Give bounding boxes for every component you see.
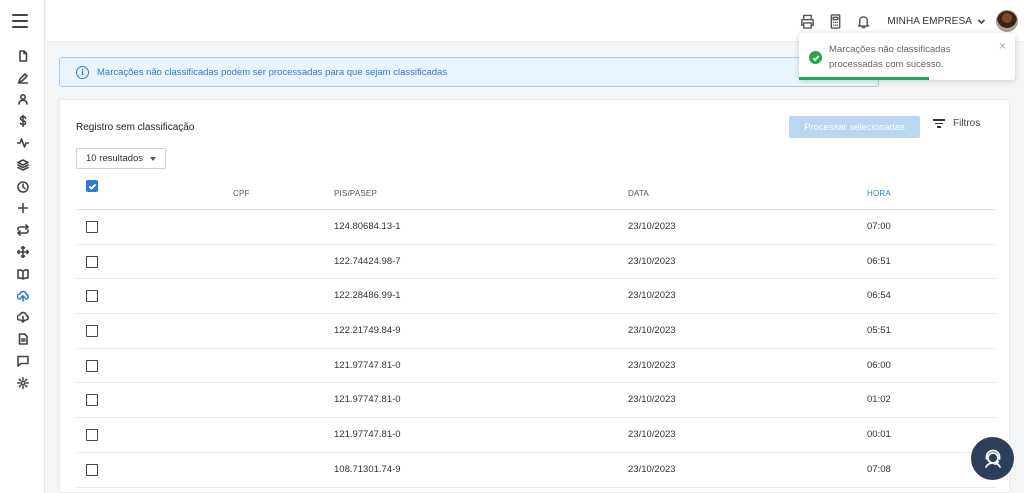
cell-hora: 00:01	[867, 429, 891, 441]
cell-pis: 108.71301.74-9	[334, 463, 401, 475]
row-checkbox[interactable]	[86, 394, 98, 407]
chevron-down-icon	[977, 18, 986, 24]
toast-progress-bar	[799, 77, 929, 80]
menu-icon[interactable]	[12, 14, 28, 28]
table-row: 108.71301.74-9 23/10/2023 07:08	[76, 453, 996, 488]
plus-icon[interactable]	[0, 198, 45, 220]
book-icon[interactable]	[0, 263, 45, 285]
success-toast: Marcações não classificadas processadas …	[799, 33, 1015, 80]
document-icon[interactable]	[0, 328, 45, 350]
table-header: CPF PIS/PASEP DATA HORA	[76, 178, 996, 210]
cell-hora: 07:08	[867, 463, 891, 475]
table-row: 122.28486.99-1 23/10/2023 06:54	[76, 279, 996, 315]
cell-data: 23/10/2023	[628, 290, 676, 302]
activity-icon[interactable]	[0, 132, 45, 154]
calculator-icon[interactable]	[821, 8, 849, 34]
row-checkbox[interactable]	[86, 290, 98, 303]
sidebar	[0, 0, 45, 493]
column-header-data[interactable]: DATA	[628, 189, 649, 198]
filter-icon	[933, 119, 945, 128]
chat-icon[interactable]	[0, 350, 45, 372]
file-icon[interactable]	[0, 45, 45, 67]
cell-data: 23/10/2023	[628, 221, 676, 232]
cell-hora: 06:00	[867, 359, 891, 371]
info-banner-text: Marcações não classificadas podem ser pr…	[97, 66, 448, 78]
bell-icon[interactable]	[849, 8, 877, 34]
check-icon	[88, 183, 96, 190]
info-icon: i	[76, 65, 89, 79]
table-row: 121.97747.81-0 23/10/2023 01:02	[76, 383, 996, 419]
column-header-pis[interactable]: PIS/PASEP	[334, 189, 377, 198]
cell-data: 23/10/2023	[628, 429, 676, 441]
cell-pis: 121.97747.81-0	[334, 359, 401, 371]
move-icon[interactable]	[0, 241, 45, 263]
cell-pis: 122.74424.98-7	[334, 255, 401, 267]
cell-pis: 122.21749.84-9	[334, 325, 401, 337]
row-checkbox[interactable]	[86, 359, 98, 372]
upload-cloud-icon[interactable]	[0, 285, 45, 307]
row-checkbox[interactable]	[86, 429, 98, 442]
cell-pis: 124.80684.13-1	[334, 221, 401, 232]
caret-down-icon	[150, 156, 157, 161]
cell-data: 23/10/2023	[628, 463, 676, 475]
select-all-checkbox[interactable]	[86, 180, 98, 192]
process-selected-button[interactable]: Processar selecionadas	[789, 116, 920, 138]
printer-icon[interactable]	[793, 8, 821, 34]
company-name: MINHA EMPRESA	[887, 15, 972, 27]
clock-icon[interactable]	[0, 176, 45, 198]
toast-message: Marcações não classificadas processadas …	[829, 44, 951, 70]
cell-hora: 06:51	[867, 255, 891, 267]
cell-data: 23/10/2023	[628, 255, 676, 267]
layers-icon[interactable]	[0, 154, 45, 176]
help-support-button[interactable]	[971, 437, 1014, 480]
info-banner: i Marcações não classificadas podem ser …	[59, 57, 879, 87]
cell-hora: 06:54	[867, 290, 891, 302]
settings-icon[interactable]	[0, 372, 45, 394]
records-card: Registro sem classificação Processar sel…	[59, 99, 1010, 493]
results-select-value: 10 resultados	[86, 153, 144, 164]
cell-data: 23/10/2023	[628, 325, 676, 337]
column-header-hora[interactable]: HORA	[867, 189, 891, 198]
success-check-icon	[809, 51, 822, 64]
table-row: 122.21749.84-9 23/10/2023 05:51	[76, 314, 996, 349]
dollar-icon[interactable]	[0, 110, 45, 132]
filters-label: Filtros	[953, 118, 981, 129]
table-row: 121.97747.81-0 23/10/2023 00:01	[76, 418, 996, 453]
card-title: Registro sem classificação	[76, 122, 195, 133]
results-per-page-select[interactable]: 10 resultados	[76, 148, 166, 169]
table-row: 124.80684.13-1 23/10/2023 07:00	[76, 210, 996, 245]
column-header-cpf[interactable]: CPF	[233, 189, 250, 198]
pen-icon[interactable]	[0, 67, 45, 89]
filters-button[interactable]: Filtros	[933, 118, 980, 129]
table-row: 122.74424.98-7 23/10/2023 06:51	[76, 245, 996, 280]
cell-pis: 122.28486.99-1	[334, 290, 401, 302]
download-cloud-icon[interactable]	[0, 307, 45, 329]
row-checkbox[interactable]	[86, 325, 98, 338]
table-body: 124.80684.13-1 23/10/2023 07:00 122.7442…	[76, 210, 996, 488]
sidebar-nav	[0, 45, 45, 394]
user-icon[interactable]	[0, 89, 45, 111]
company-selector[interactable]: MINHA EMPRESA	[887, 16, 986, 27]
row-checkbox[interactable]	[86, 255, 98, 268]
cell-data: 23/10/2023	[628, 394, 676, 406]
cell-hora: 01:02	[867, 394, 891, 406]
cell-pis: 121.97747.81-0	[334, 394, 401, 406]
cell-hora: 07:00	[867, 221, 891, 232]
cell-data: 23/10/2023	[628, 359, 676, 371]
support-agent-icon	[984, 449, 1001, 468]
cell-hora: 05:51	[867, 325, 891, 337]
cell-pis: 121.97747.81-0	[334, 429, 401, 441]
repeat-icon[interactable]	[0, 219, 45, 241]
row-checkbox[interactable]	[86, 463, 98, 476]
table-row: 121.97747.81-0 23/10/2023 06:00	[76, 349, 996, 384]
top-bar-actions: MINHA EMPRESA	[793, 8, 1018, 34]
row-checkbox[interactable]	[86, 221, 98, 233]
avatar[interactable]	[996, 10, 1018, 32]
close-icon[interactable]: ×	[999, 39, 1006, 53]
